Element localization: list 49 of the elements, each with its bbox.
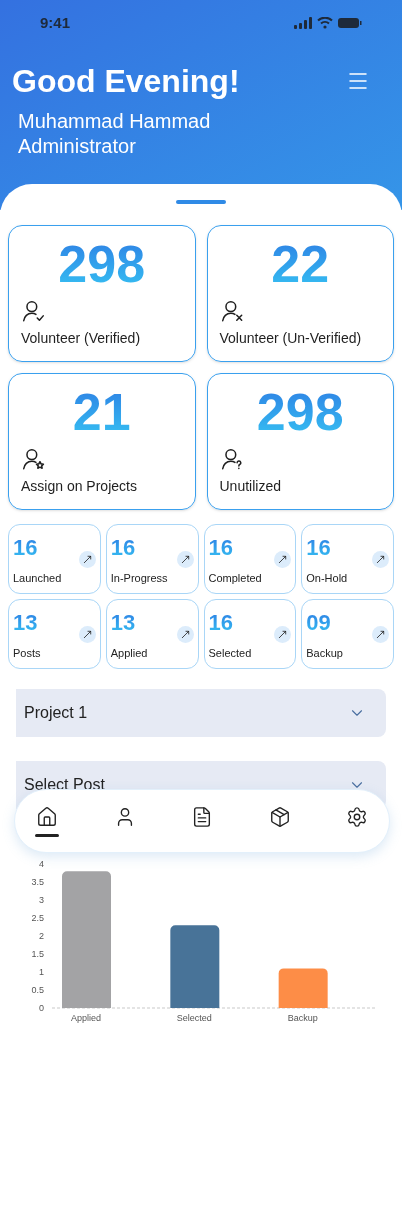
status-tile[interactable]: 13 Applied	[105, 599, 199, 669]
tile-label: Applied	[110, 646, 149, 661]
x-axis-label: Applied	[71, 1013, 101, 1023]
y-tick-label: 1	[39, 967, 44, 977]
y-tick-label: 0.5	[31, 985, 44, 995]
chart-bar	[278, 968, 328, 1008]
tile-label: Completed	[208, 571, 263, 586]
y-tick-label: 3	[39, 895, 44, 905]
y-tick-label: 4	[39, 859, 44, 869]
signal-icon	[294, 16, 312, 30]
user-role: Administrator	[18, 133, 137, 159]
tile-label: In-Progress	[110, 571, 169, 586]
wifi-icon	[317, 16, 333, 30]
x-axis-label: Selected	[176, 1013, 212, 1023]
y-tick-label: 3.5	[31, 877, 44, 887]
stat-label: Assign on Projects	[21, 477, 138, 496]
stat-label: Volunteer (Un-Verified)	[219, 329, 363, 348]
status-tile[interactable]: 16 Completed	[203, 524, 297, 594]
tile-label: On-Hold	[306, 571, 349, 586]
status-tile[interactable]: 16 Launched	[8, 524, 101, 594]
nav-tab[interactable]	[35, 805, 59, 837]
stat-card[interactable]: 21 Assign on Projects	[8, 373, 196, 510]
tile-label: Selected	[208, 646, 253, 661]
user-icon	[21, 298, 47, 324]
y-tick-label: 0	[39, 1003, 44, 1013]
status-time: 9:41	[40, 13, 71, 33]
stat-card[interactable]: 22 Volunteer (Un-Verified)	[206, 225, 394, 362]
user-icon	[21, 446, 47, 472]
tile-label: Backup	[306, 646, 344, 661]
tile-label: Posts	[13, 646, 42, 661]
drag-handle	[176, 200, 226, 204]
x-axis-label: Backup	[287, 1013, 318, 1023]
y-tick-label: 2.5	[31, 913, 44, 923]
status-tile[interactable]: 16 In-Progress	[105, 524, 199, 594]
select-field[interactable]: Project 1	[16, 689, 386, 737]
battery-icon	[338, 18, 362, 29]
stat-label: Volunteer (Verified)	[21, 329, 142, 348]
status-tile[interactable]: 16 On-Hold	[301, 524, 394, 594]
user-name: Muhammad Hammad	[18, 108, 212, 134]
status-tile[interactable]: 09 Backup	[301, 599, 394, 669]
status-tile[interactable]: 16 Selected	[203, 599, 297, 669]
stat-label: Unutilized	[219, 477, 282, 496]
tile-label: Launched	[13, 571, 63, 586]
stat-card[interactable]: 298 Volunteer (Verified)	[8, 225, 196, 362]
stat-card[interactable]: 298 Unutilized	[206, 373, 394, 510]
greeting-title: Good Evening!	[12, 64, 240, 97]
status-tile[interactable]: 13 Posts	[8, 599, 101, 669]
y-tick-label: 1.5	[31, 949, 44, 959]
y-tick-label: 2	[39, 931, 44, 941]
